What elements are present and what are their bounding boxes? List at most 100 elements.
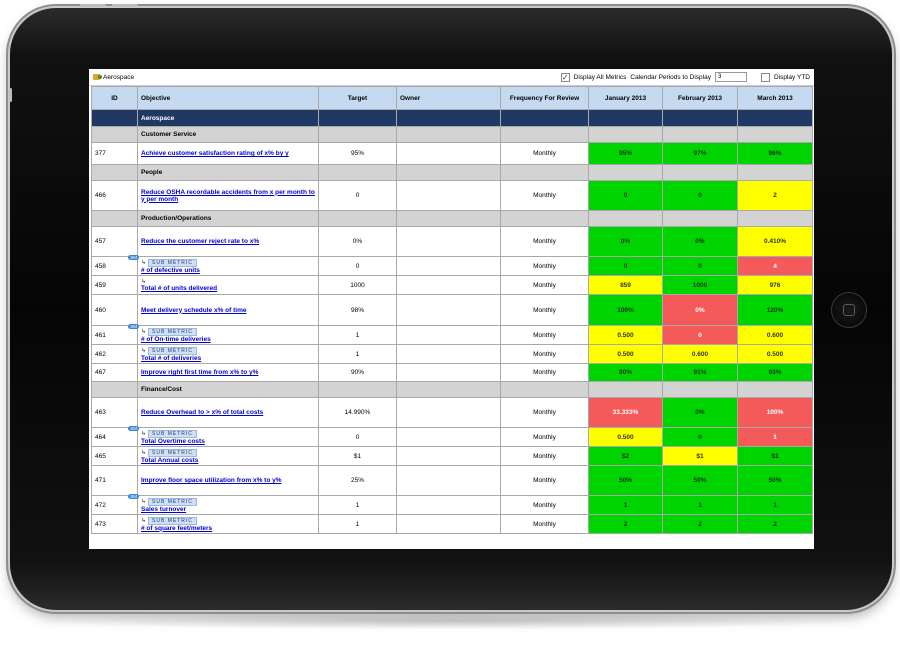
objective-link[interactable]: Total Annual costs bbox=[141, 457, 198, 464]
table-row[interactable]: 458 ↳ SUB METRIC # of defective units 0 Mo… bbox=[91, 256, 813, 276]
value-cell[interactable]: 0 bbox=[588, 180, 663, 211]
value-cell[interactable]: 0.600 bbox=[737, 325, 813, 345]
value-cell[interactable]: 0.500 bbox=[737, 344, 813, 364]
value-cell[interactable]: 95% bbox=[588, 142, 663, 165]
calendar-periods-input[interactable]: 3 bbox=[714, 72, 747, 82]
group-label: Production/Operations bbox=[137, 210, 319, 227]
table-row[interactable]: 459 ↳ Total # of units delivered 1000 Mon… bbox=[91, 275, 813, 295]
sm-badge[interactable]: SM bbox=[128, 324, 139, 329]
value-cell[interactable]: 2 bbox=[737, 514, 813, 534]
table-row[interactable]: 377 Achieve customer satisfaction rating… bbox=[91, 142, 813, 165]
table-row[interactable]: 462 ↳ SUB METRIC Total # of deliveries 1 M… bbox=[91, 344, 813, 364]
value-cell[interactable]: 2 bbox=[588, 514, 663, 534]
value-cell[interactable]: 0.500 bbox=[588, 427, 663, 447]
objective-link[interactable]: Achieve customer satisfaction rating of … bbox=[141, 150, 289, 157]
table-row[interactable]: 461 ↳ SUB METRIC # of On-time deliveries 1… bbox=[91, 325, 813, 345]
table-row[interactable]: 464 ↳ SUB METRIC Total Overtime costs 0 Mo… bbox=[91, 427, 813, 447]
value-cell[interactable]: 100% bbox=[588, 294, 663, 326]
value-cell[interactable]: 120% bbox=[737, 294, 813, 326]
table-row[interactable]: 467 Improve right first time from x% to … bbox=[91, 363, 813, 382]
display-all-metrics-checkbox[interactable]: ✓ bbox=[560, 72, 570, 82]
value-cell[interactable]: 0 bbox=[662, 427, 738, 447]
value-cell[interactable]: 96% bbox=[737, 142, 813, 165]
objective-link[interactable]: Sales turnover bbox=[141, 506, 186, 513]
value-cell[interactable]: 0.500 bbox=[588, 344, 663, 364]
objective-link[interactable]: Reduce Overhead to > x% of total costs bbox=[141, 409, 263, 416]
table-row[interactable]: 472 ↳ SUB METRIC Sales turnover 1 Monthly … bbox=[91, 495, 813, 515]
value-cell[interactable]: 91% bbox=[662, 363, 738, 382]
objective-link[interactable]: Improve floor space utilization from x% … bbox=[141, 477, 282, 484]
col-objective[interactable]: Objective bbox=[137, 86, 319, 110]
sm-badge[interactable]: SM bbox=[128, 255, 139, 260]
objective-link[interactable]: Total Overtime costs bbox=[141, 438, 205, 445]
col-owner[interactable]: Owner bbox=[396, 86, 501, 110]
table-row[interactable]: 460 SM Meet delivery schedule x% of time … bbox=[91, 294, 813, 329]
value-cell[interactable]: 0 bbox=[588, 256, 663, 276]
objective-link[interactable]: # of On-time deliveries bbox=[141, 336, 211, 343]
value-cell[interactable]: 100% bbox=[737, 397, 813, 428]
value-cell[interactable]: 97% bbox=[662, 142, 738, 165]
col-frequency[interactable]: Frequency For Review bbox=[500, 86, 589, 110]
value-cell[interactable]: 0% bbox=[662, 397, 738, 428]
value-cell[interactable]: 1 bbox=[662, 495, 738, 515]
value-cell[interactable]: 0 bbox=[662, 180, 738, 211]
value-cell[interactable]: 1 bbox=[737, 427, 813, 447]
value-cell[interactable]: 976 bbox=[737, 275, 813, 295]
home-button[interactable] bbox=[831, 292, 867, 328]
table-row[interactable]: 463 SM Reduce Overhead to > x% of total c… bbox=[91, 397, 813, 431]
value-cell[interactable]: 0 bbox=[662, 256, 738, 276]
row-frequency: Monthly bbox=[500, 465, 589, 496]
value-cell[interactable]: 0.410% bbox=[737, 226, 813, 257]
table-row[interactable]: 457 SM Reduce the customer reject rate to… bbox=[91, 226, 813, 260]
mute-switch bbox=[9, 88, 12, 102]
value-cell[interactable]: $1 bbox=[737, 446, 813, 466]
group-row: Production/Operations bbox=[91, 210, 813, 227]
value-cell[interactable]: 1000 bbox=[662, 275, 738, 295]
col-march[interactable]: March 2013 bbox=[737, 86, 813, 110]
value-cell[interactable]: 0 bbox=[662, 325, 738, 345]
row-owner bbox=[396, 325, 501, 345]
row-id: 462 bbox=[91, 344, 138, 364]
value-cell[interactable]: 0% bbox=[662, 294, 738, 326]
col-id[interactable]: ID bbox=[91, 86, 138, 110]
value-cell[interactable]: 33.333% bbox=[588, 397, 663, 428]
sm-badge[interactable]: SM bbox=[128, 426, 139, 431]
value-cell[interactable]: 2 bbox=[662, 514, 738, 534]
objective-link[interactable]: Total # of deliveries bbox=[141, 355, 201, 362]
objective-link[interactable]: Meet delivery schedule x% of time bbox=[141, 307, 246, 314]
value-cell[interactable]: 50% bbox=[737, 465, 813, 496]
value-cell[interactable]: $2 bbox=[588, 446, 663, 466]
row-owner bbox=[396, 397, 501, 428]
table-row[interactable]: 471 SM Improve floor space utilization fr… bbox=[91, 465, 813, 499]
objective-link[interactable]: Reduce the customer reject rate to x% bbox=[141, 238, 259, 245]
value-cell[interactable]: 50% bbox=[662, 465, 738, 496]
objective-link[interactable]: Reduce OSHA recordable accidents from x … bbox=[141, 189, 315, 203]
value-cell[interactable]: 0% bbox=[588, 226, 663, 257]
value-cell[interactable]: 2 bbox=[737, 180, 813, 211]
objective-link[interactable]: Improve right first time from x% to y% bbox=[141, 369, 258, 376]
objective-link[interactable]: # of square feet/meters bbox=[141, 525, 212, 532]
row-target: 14.990% bbox=[318, 397, 397, 428]
value-cell[interactable]: 50% bbox=[588, 465, 663, 496]
sm-badge[interactable]: SM bbox=[128, 494, 139, 499]
table-row[interactable]: 473 ↳ SUB METRIC # of square feet/meters 1… bbox=[91, 514, 813, 534]
value-cell[interactable]: 0.500 bbox=[588, 325, 663, 345]
objective-link[interactable]: # of defective units bbox=[141, 267, 200, 274]
table-row[interactable]: 465 ↳ SUB METRIC Total Annual costs $1 Mon… bbox=[91, 446, 813, 466]
col-january[interactable]: January 2013 bbox=[588, 86, 663, 110]
col-target[interactable]: Target bbox=[318, 86, 397, 110]
row-owner bbox=[396, 294, 501, 326]
value-cell[interactable]: 1 bbox=[588, 495, 663, 515]
value-cell[interactable]: 859 bbox=[588, 275, 663, 295]
col-february[interactable]: February 2013 bbox=[662, 86, 738, 110]
display-ytd-checkbox[interactable] bbox=[760, 72, 770, 82]
objective-link[interactable]: Total # of units delivered bbox=[141, 285, 217, 292]
value-cell[interactable]: 0.600 bbox=[662, 344, 738, 364]
value-cell[interactable]: 90% bbox=[588, 363, 663, 382]
value-cell[interactable]: 0% bbox=[662, 226, 738, 257]
table-row[interactable]: 466 Reduce OSHA recordable accidents fro… bbox=[91, 180, 813, 211]
value-cell[interactable]: $1 bbox=[662, 446, 738, 466]
value-cell[interactable]: 93% bbox=[737, 363, 813, 382]
value-cell[interactable]: 1 bbox=[737, 495, 813, 515]
value-cell[interactable]: 4 bbox=[737, 256, 813, 276]
